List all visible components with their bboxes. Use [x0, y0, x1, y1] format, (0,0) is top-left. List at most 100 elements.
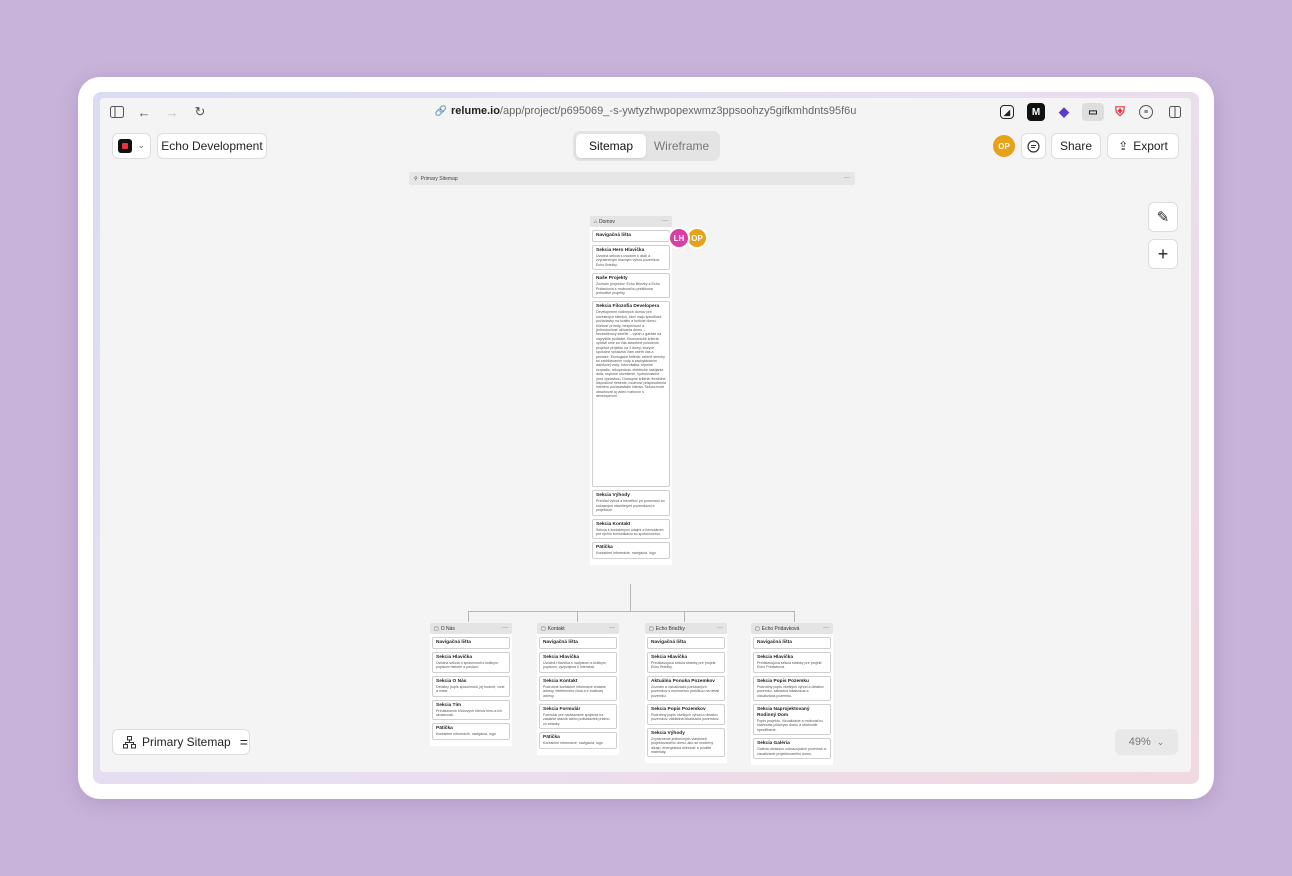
sitemap-header-bar[interactable]: ⚲ Primary Sitemap ··· — [409, 172, 855, 185]
tree-connector — [468, 611, 469, 622]
section-block[interactable]: Sekcia Kontakt Podrobné kontaktné informá… — [539, 675, 617, 702]
tree-connector — [794, 611, 795, 622]
view-toggle: Sitemap Wireframe — [573, 131, 720, 161]
section-description: Úvodná sekcia o spoločnosti s krátkym po… — [436, 661, 498, 670]
section-block[interactable]: Sekcia Kontakt Sekcia s kontaktnými údajm… — [592, 518, 670, 540]
sitemap-icon — [123, 735, 136, 748]
page-card-o-nas[interactable]: ▢ O Nás ··· Navigačná lišta Sekcia Hlavi… — [430, 623, 512, 746]
page-icon: ▢ — [541, 625, 546, 632]
share-button[interactable]: Share — [1051, 133, 1101, 159]
more-options-icon[interactable]: ··· — [844, 175, 850, 181]
add-page-button[interactable]: + — [1148, 239, 1178, 269]
sitemap-selector-button[interactable]: Primary Sitemap = — [112, 729, 250, 755]
chevron-down-icon: ⌄ — [1156, 736, 1165, 747]
tab-wireframe[interactable]: Wireframe — [646, 134, 717, 158]
sitemap-title: Primary Sitemap — [420, 175, 458, 182]
relume-logo-icon — [118, 139, 132, 153]
export-button[interactable]: ⇪ Export — [1107, 133, 1179, 159]
m-extension-icon[interactable]: M — [1027, 103, 1045, 121]
section-block[interactable]: Sekcia O Nás Detailný popis spoločnosti, … — [432, 675, 510, 697]
page-card-kontakt[interactable]: ▢ Kontakt ··· Navigačná lišta Sekcia Hla… — [537, 623, 619, 755]
section-block[interactable]: Navigačná lišta — [592, 230, 670, 242]
page-title: Domov — [599, 218, 615, 225]
page-card-header[interactable]: ▢ Echo Briežky ··· — [645, 623, 727, 634]
more-options-icon[interactable]: ··· — [823, 625, 829, 631]
page-card-echo-briezky[interactable]: ▢ Echo Briežky ··· Navigačná lišta Sekci… — [645, 623, 727, 764]
section-description: Podrobné kontaktné informácie vrátane ad… — [543, 684, 606, 698]
section-description: Zoznam a vizualizácia ponúkaných pozemko… — [651, 684, 720, 698]
chevron-down-icon: ⌄ — [137, 140, 145, 150]
section-description: Predstavujúca sekcia stránky pre projekt… — [651, 661, 716, 670]
home-icon: ⌂ — [594, 218, 598, 225]
more-options-icon[interactable]: ··· — [609, 625, 615, 631]
section-block[interactable]: Naše Projekty Zoznam projektov: Echo Brie… — [592, 273, 670, 299]
section-block[interactable]: Sekcia Popis Pozemku Podrobný popis všetk… — [753, 675, 831, 702]
menu-extension-icon[interactable]: ≡ — [1139, 105, 1153, 119]
section-block[interactable]: Navigačná lišta — [647, 637, 725, 649]
section-block[interactable]: Sekcia Galéria Galéria obrázkov zobrazujú… — [753, 738, 831, 760]
section-block[interactable]: Pätička Kontaktné informácie, navigácia, … — [539, 732, 617, 749]
section-description: Kontaktné informácie, navigácia, logo — [436, 732, 496, 737]
zoom-control[interactable]: 49% ⌄ — [1115, 729, 1178, 755]
page-card-header[interactable]: ▢ O Nás ··· — [430, 623, 512, 634]
page-card-echo-pridavkova[interactable]: ▢ Echo Pridavková ··· Navigačná lišta Se… — [751, 623, 833, 766]
browser-window: ← → ↻ 🔗 relume.io/app/project/p695069_-s-… — [78, 77, 1214, 799]
section-title: Aktuálna Ponuka Pozemkov — [651, 678, 715, 684]
section-block[interactable]: Sekcia Hlavička Predstavujúca sekcia strá… — [753, 652, 831, 673]
sitemap-icon: ⚲ — [414, 175, 418, 182]
more-options-icon[interactable]: ··· — [662, 218, 668, 224]
sitemap-selector-label: Primary Sitemap — [142, 735, 231, 749]
user-avatar[interactable]: OP — [993, 135, 1015, 157]
page-icon: ▢ — [434, 625, 439, 632]
section-block[interactable]: Sekcia Popis Pozemkov Podrobný popis všet… — [647, 704, 725, 725]
section-description: Podrobný popis všetkých výhod a detailov… — [651, 713, 720, 722]
page-title: Kontakt — [547, 625, 565, 632]
page-title: Echo Briežky — [655, 625, 685, 632]
section-description: Úvodná sekcia s úvodom k akcii a zvýrazn… — [596, 254, 660, 267]
section-description: Kontaktné informácie, navigácia, logo — [596, 551, 656, 556]
layers-extension-icon[interactable]: ◆ — [1055, 103, 1073, 121]
section-block[interactable]: Sekcia Naprojektovaný Rodinný Dom Popis p… — [753, 704, 831, 736]
section-block[interactable]: Sekcia Hlavička Úvodná Hlavička s nadpiso… — [539, 652, 617, 673]
send-extension-icon[interactable]: ◢ — [1000, 105, 1014, 119]
collaborator-avatar: LH — [668, 227, 690, 249]
section-block[interactable]: Sekcia Tím Predstavenie kľúčových členov … — [432, 699, 510, 721]
project-name-button[interactable]: Echo Development — [157, 133, 267, 159]
section-title: Navigačná lišta — [757, 640, 792, 645]
section-block[interactable]: Sekcia Filozofia Developera Development r… — [592, 301, 670, 488]
plus-icon: + — [1157, 243, 1169, 264]
section-block[interactable]: Sekcia Hero Hlavička Úvodná sekcia s úvod… — [592, 245, 670, 271]
comments-button[interactable] — [1021, 133, 1046, 159]
page-sections: Navigačná lišta Sekcia Hlavička Predstavu… — [751, 634, 833, 766]
page-card-domov[interactable]: ⌂ Domov ··· Navigačná lišta Sekcia Hero … — [590, 216, 672, 565]
section-description: Galéria obrázkov zobrazujúcich pozemok a… — [757, 747, 826, 756]
section-block[interactable]: Pätička Kontaktné informácie, navigácia, … — [592, 542, 670, 559]
more-options-icon[interactable]: ··· — [502, 625, 508, 631]
more-options-icon[interactable]: ··· — [717, 625, 723, 631]
section-block[interactable]: Sekcia Hlavička Predstavujúca sekcia strá… — [647, 652, 725, 673]
split-view-icon[interactable] — [1166, 103, 1184, 121]
section-description: Kontaktné informácie, navigácia, logo — [543, 741, 603, 746]
window-frame: ← → ↻ 🔗 relume.io/app/project/p695069_-s-… — [93, 92, 1199, 784]
section-block[interactable]: Sekcia Hlavička Úvodná sekcia o spoločnos… — [432, 652, 510, 673]
page-title: O Nás — [440, 625, 455, 632]
section-description: Podrobný popis všetkých výhod a detailov… — [757, 684, 824, 698]
section-block[interactable]: Aktuálna Ponuka Pozemkov Zoznam a vizuali… — [647, 675, 725, 702]
section-block[interactable]: Sekcia Výhody Zvýraznenie jedinečných vla… — [647, 727, 725, 758]
section-block[interactable]: Navigačná lišta — [539, 637, 617, 649]
page-card-header[interactable]: ▢ Kontakt ··· — [537, 623, 619, 634]
section-block[interactable]: Sekcia Formulár Formulár pre nadviazanie … — [539, 704, 617, 730]
section-block[interactable]: Navigačná lišta — [432, 637, 510, 649]
tree-connector — [468, 611, 795, 612]
screen-capture-icon[interactable]: ▭ — [1082, 103, 1104, 121]
workspace-menu-button[interactable]: ⌄ — [112, 133, 151, 159]
export-label: Export — [1133, 139, 1168, 153]
section-block[interactable]: Navigačná lišta — [753, 637, 831, 649]
tab-sitemap[interactable]: Sitemap — [576, 134, 646, 158]
shield-extension-icon[interactable]: ⛨ — [1111, 103, 1129, 121]
ai-magic-wand-button[interactable]: ✎ — [1148, 202, 1178, 232]
section-block[interactable]: Pätička Kontaktné informácie, navigácia, … — [432, 723, 510, 740]
section-block[interactable]: Sekcia Výhody Prehľad výhod a benefitov p… — [592, 490, 670, 516]
page-card-header[interactable]: ▢ Echo Pridavková ··· — [751, 623, 833, 634]
page-card-header[interactable]: ⌂ Domov ··· — [590, 216, 672, 227]
